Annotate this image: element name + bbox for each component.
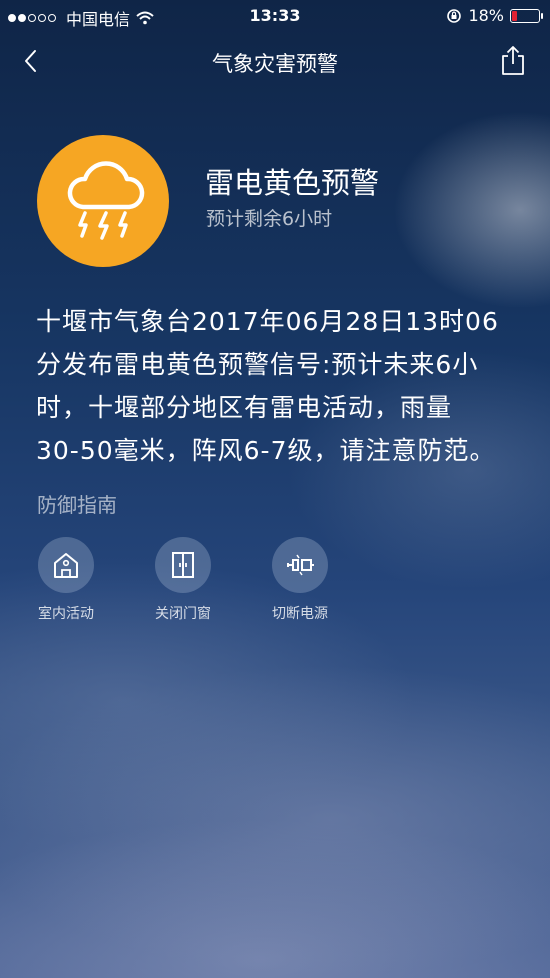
guide-item-indoor[interactable]: 室内活动 (11, 537, 121, 623)
guide-item-label: 关闭门窗 (155, 606, 211, 622)
carrier-name: 中国电信 (66, 10, 131, 29)
status-right: 18% (446, 6, 543, 25)
battery-icon (510, 8, 543, 23)
house-icon (54, 553, 78, 578)
guide-item-label: 切断电源 (272, 606, 328, 622)
share-icon (502, 46, 524, 75)
guide-item-close-windows[interactable]: 关闭门窗 (128, 537, 238, 623)
alert-icon-badge (37, 135, 169, 267)
guide-item-cut-power[interactable]: 切断电源 (245, 537, 355, 623)
guide-icon-circle (272, 537, 328, 593)
share-button[interactable] (498, 44, 528, 76)
alert-description-line: 时，十堰部分地区有雷电活动，雨量 (36, 393, 453, 422)
alert-description-line: 十堰市气象台2017年06月28日13时06 (36, 307, 499, 336)
alert-description-line: 30-50毫米，阵风6-7级，请注意防范。 (36, 436, 496, 465)
battery-percent: 18% (468, 6, 504, 25)
status-bar: 中国电信 13:33 18% (0, 0, 550, 32)
guide-section-title: 防御指南 (37, 493, 117, 517)
guide-item-label: 室内活动 (38, 606, 94, 622)
thunderstorm-icon (67, 161, 145, 240)
door-icon (172, 552, 194, 578)
guide-icon-circle (155, 537, 211, 593)
guide-icon-circle (38, 537, 94, 593)
power-plug-icon (287, 554, 314, 576)
battery-level-fill (512, 10, 518, 21)
rotation-lock-icon (447, 8, 462, 23)
alert-remaining-time: 预计剩余6小时 (206, 208, 333, 230)
alert-title: 雷电黄色预警 (205, 166, 380, 200)
page-title: 气象灾害预警 (212, 52, 338, 76)
signal-strength-icon (8, 14, 56, 22)
alert-description: 十堰市气象台2017年06月28日13时06 分发布雷电黄色预警信号:预计未来6… (36, 300, 522, 472)
nav-bar: 气象灾害预警 (0, 38, 550, 82)
wifi-icon (136, 11, 154, 25)
status-left: 中国电信 (8, 6, 154, 30)
alert-description-line: 分发布雷电黄色预警信号:预计未来6小 (36, 350, 479, 379)
